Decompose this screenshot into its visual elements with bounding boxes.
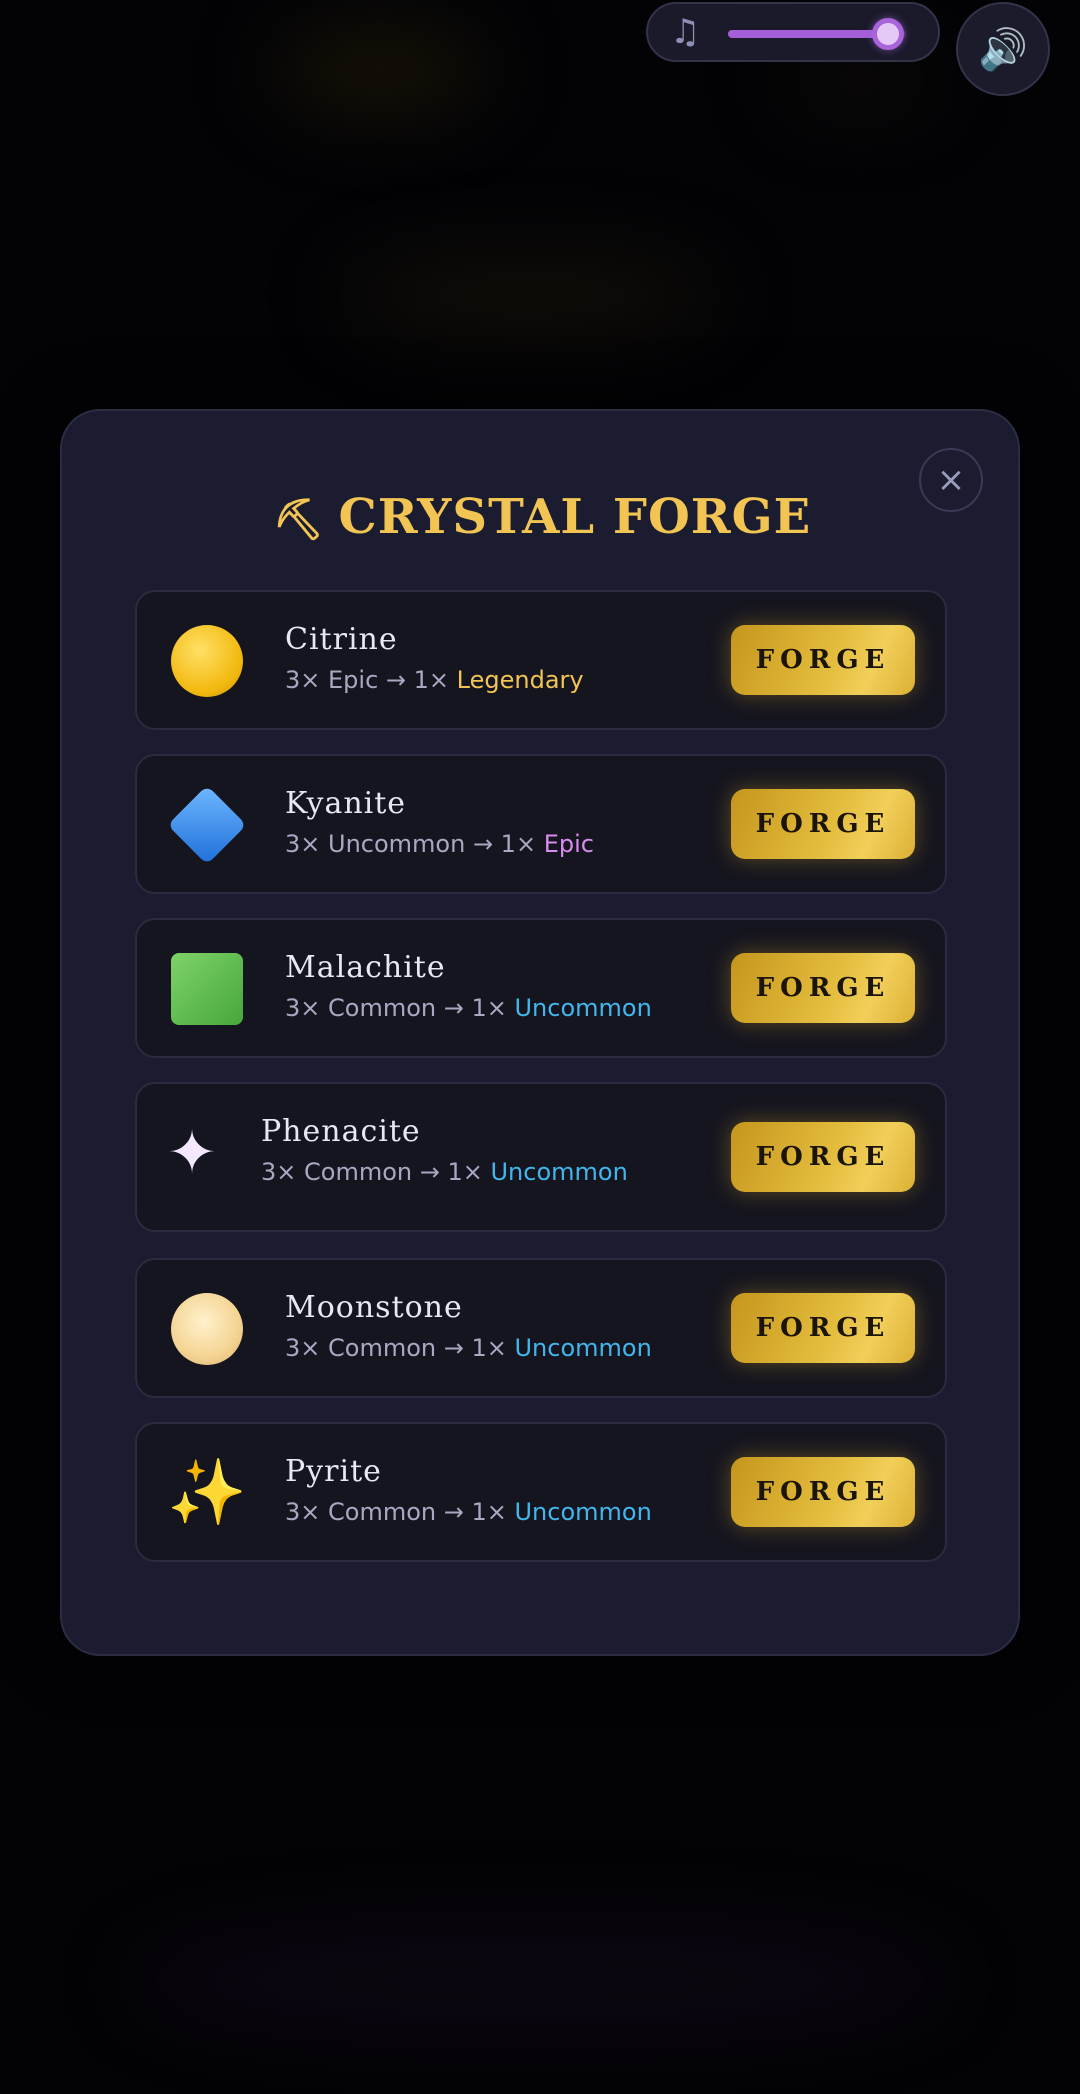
forge-button-kyanite[interactable]: FORGE (731, 789, 915, 859)
gem-recipe: 3× Uncommon → 1× Epic (285, 830, 594, 858)
gem-name: Pyrite (285, 1454, 382, 1489)
speaker-icon: 🔊 (978, 26, 1028, 73)
recipe-card-pyrite: ✨ Pyrite 3× Common → 1× Uncommon FORGE (135, 1422, 947, 1562)
background-glow (340, 255, 720, 335)
forge-button-phenacite[interactable]: FORGE (731, 1122, 915, 1192)
recipe-card-kyanite: Kyanite 3× Uncommon → 1× Epic FORGE (135, 754, 947, 894)
result-rarity: Uncommon (490, 1158, 628, 1186)
malachite-gem-icon (167, 944, 247, 1034)
gem-recipe: 3× Common → 1× Uncommon (285, 1498, 652, 1526)
recipe-card-citrine: Citrine 3× Epic → 1× Legendary FORGE (135, 590, 947, 730)
music-volume-thumb[interactable] (872, 18, 905, 50)
pyrite-sparkles-icon: ✨ (167, 1456, 247, 1530)
forge-button-moonstone[interactable]: FORGE (731, 1293, 915, 1363)
music-volume-slider[interactable] (728, 18, 906, 50)
gem-name: Citrine (285, 622, 398, 657)
modal-title-text: CRYSTAL FORGE (338, 489, 812, 545)
result-rarity: Uncommon (514, 1498, 652, 1526)
gem-recipe: 3× Common → 1× Uncommon (261, 1158, 628, 1186)
kyanite-gem-icon (167, 780, 247, 870)
recipe-card-moonstone: Moonstone 3× Common → 1× Uncommon FORGE (135, 1258, 947, 1398)
phenacite-sparkle-icon: ✦ (166, 1118, 218, 1188)
forge-button-pyrite[interactable]: FORGE (731, 1457, 915, 1527)
background-glow (270, 25, 490, 115)
forge-button-malachite[interactable]: FORGE (731, 953, 915, 1023)
result-rarity: Epic (543, 830, 594, 858)
gem-recipe: 3× Common → 1× Uncommon (285, 1334, 652, 1362)
gem-recipe: 3× Common → 1× Uncommon (285, 994, 652, 1022)
result-rarity: Uncommon (514, 1334, 652, 1362)
gem-name: Malachite (285, 950, 446, 985)
crystal-forge-modal: × ⛏ CRYSTAL FORGE Citrine 3× Epic → 1× Le… (60, 409, 1020, 1656)
result-rarity: Uncommon (514, 994, 652, 1022)
sound-toggle-button[interactable]: 🔊 (956, 2, 1050, 96)
gem-name: Moonstone (285, 1290, 463, 1325)
gem-name: Kyanite (285, 786, 407, 821)
music-volume-control: ♫ (646, 2, 940, 62)
forge-button-citrine[interactable]: FORGE (731, 625, 915, 695)
result-rarity: Legendary (456, 666, 584, 694)
game-screen: ♫ 🔊 × ⛏ CRYSTAL FORGE Citrine 3× Epic → 1… (0, 0, 1080, 2094)
recipe-card-malachite: Malachite 3× Common → 1× Uncommon FORGE (135, 918, 947, 1058)
citrine-gem-icon (167, 616, 247, 706)
gem-recipe: 3× Epic → 1× Legendary (285, 666, 584, 694)
modal-title: ⛏ CRYSTAL FORGE (62, 489, 1022, 545)
background-glow (130, 1925, 950, 2035)
gem-name: Phenacite (261, 1114, 421, 1149)
music-volume-fill (728, 30, 889, 38)
recipe-card-phenacite: ✦ Phenacite 3× Common → 1× Uncommon FORG… (135, 1082, 947, 1232)
pickaxe-icon: ⛏ (272, 496, 325, 543)
moonstone-gem-icon (167, 1284, 247, 1374)
music-note-icon: ♫ (670, 12, 701, 52)
